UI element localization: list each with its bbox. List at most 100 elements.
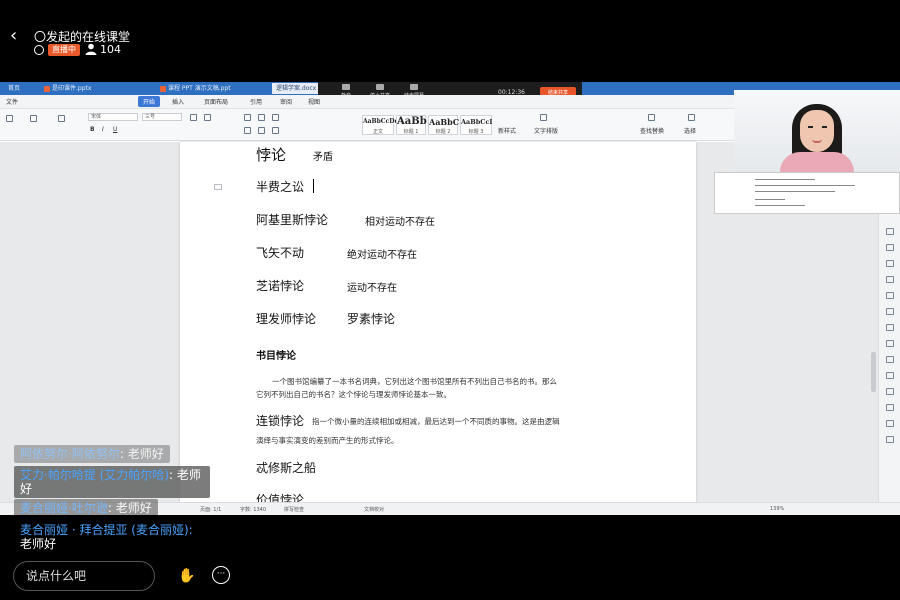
teacher-video[interactable] — [734, 90, 900, 172]
more-options-icon[interactable]: ··· — [212, 566, 230, 584]
underline-button[interactable]: U — [113, 126, 117, 133]
sidebar-tool-icon[interactable] — [886, 324, 894, 331]
chat-sender: 阿依努尔·阿依努尔 — [20, 447, 120, 461]
sidebar-tool-icon[interactable] — [886, 436, 894, 443]
menu-view[interactable]: 视图 — [308, 97, 320, 106]
sidebar-tool-icon[interactable] — [886, 308, 894, 315]
sidebar-tool-icon[interactable] — [886, 356, 894, 363]
tab-home[interactable]: 首页 — [4, 83, 20, 94]
chat-text: 老师好 — [127, 447, 164, 461]
teacher-eye — [822, 126, 827, 128]
text-layout-button[interactable]: 文字排版 — [534, 126, 558, 135]
section-title-book-paradox: 书目悖论 — [256, 351, 296, 362]
chat-message: 阿依努尔·阿依努尔: 老师好 — [14, 445, 170, 463]
doc-line-1-main: 悖论 — [256, 146, 287, 164]
cursor-select-icon[interactable] — [688, 114, 695, 121]
menu-file[interactable]: 文件 — [6, 97, 18, 106]
doc-line-1-sub: 矛盾 — [313, 152, 333, 163]
person-icon — [85, 43, 97, 55]
highlight-icon[interactable] — [204, 114, 211, 121]
find-replace-icon[interactable] — [648, 114, 655, 121]
raise-hand-icon[interactable]: ✋ — [176, 565, 198, 587]
tab-document[interactable]: 逻辑学案.docx — [272, 83, 322, 94]
select-button[interactable]: 选择 — [684, 126, 696, 135]
menu-insert[interactable]: 插入 — [172, 97, 184, 106]
text-layout-icon[interactable] — [540, 114, 547, 121]
align-left-icon[interactable] — [244, 127, 251, 134]
align-center-icon[interactable] — [258, 127, 265, 134]
text-color-icon[interactable] — [190, 114, 197, 121]
sidebar-tool-icon[interactable] — [886, 388, 894, 395]
copy-icon[interactable] — [58, 115, 65, 122]
viewer-count: 104 — [100, 43, 121, 56]
align-right-icon[interactable] — [272, 127, 279, 134]
font-name-select[interactable]: 宋体 — [88, 113, 138, 121]
menu-layout[interactable]: 页面布局 — [204, 97, 228, 106]
font-size-select[interactable]: 三号 — [142, 113, 182, 121]
indent-icon[interactable] — [272, 114, 279, 121]
screen-icon — [410, 84, 418, 90]
live-badge: 直播中 — [48, 44, 80, 56]
back-icon[interactable]: ‹ — [10, 26, 26, 48]
doc-line-4-main: 飞矢不动 — [256, 246, 305, 260]
sidebar-tool-icon[interactable] — [886, 372, 894, 379]
sidebar-tool-icon[interactable] — [886, 228, 894, 235]
share-icon — [376, 84, 384, 90]
tab-pptx-2[interactable]: 课程 PPT 演示文稿.ppt — [156, 83, 231, 94]
live-status-icon — [34, 45, 44, 55]
cut-icon[interactable] — [30, 115, 37, 122]
menu-start[interactable]: 开始 — [138, 96, 161, 107]
italic-button[interactable]: I — [102, 126, 104, 133]
thumbnail-line — [755, 179, 815, 180]
doc-line-2-main: 半费之讼 — [256, 180, 305, 194]
comment-input[interactable]: 说点什么吧 — [13, 561, 155, 591]
sidebar-tool-icon[interactable] — [886, 292, 894, 299]
doc-line-3-main: 阿基里斯悖论 — [256, 213, 329, 227]
top-bar: ‹ 〇发起的在线课堂 直播中 104 — [0, 0, 900, 82]
ppt-icon — [44, 85, 50, 92]
zoom-level[interactable]: 139% — [770, 506, 784, 512]
format-painter-icon[interactable] — [6, 115, 13, 122]
section-body-line: 演绎与事实演变的差别而产生的形式悖论。 — [256, 436, 399, 445]
menu-reference[interactable]: 引用 — [250, 97, 262, 106]
new-style-button[interactable]: 新样式 — [498, 126, 516, 135]
sidebar-tool-icon[interactable] — [886, 244, 894, 251]
teacher-body — [780, 152, 854, 172]
sidebar-tool-icon[interactable] — [886, 404, 894, 411]
doc-line-4-sub: 绝对运动不存在 — [347, 250, 417, 261]
thumbnail-line — [755, 185, 855, 186]
mic-icon — [342, 84, 350, 90]
vertical-scrollbar[interactable] — [871, 352, 876, 392]
chat-sender: 麦合丽娅·吐尔逊 — [20, 501, 108, 515]
bold-button[interactable]: B — [90, 126, 95, 133]
bullets-icon[interactable] — [244, 114, 251, 121]
tab-pptx-1[interactable]: 是印课件.pptx — [40, 83, 91, 94]
doc-line-6-main: 理发师悖论 — [256, 312, 317, 326]
sidebar-tool-icon[interactable] — [886, 340, 894, 347]
section-body-line: 指一个微小量的连续相加或相减，最后达到一个不同质的事物。这是由逻辑 — [312, 417, 560, 426]
style-heading-3[interactable]: AaBbCcI 标题 3 — [460, 115, 492, 135]
thumbnail-line — [755, 191, 835, 192]
text-cursor — [313, 179, 314, 193]
latest-chat-text: 老师好 — [20, 537, 57, 551]
spell-check-button[interactable]: 拼写检查 — [284, 506, 304, 513]
section-body-line: 它列不列出自己的书名？这个悖论与理发师悖论基本一致。 — [256, 390, 451, 399]
section-title-theseus: 忒修斯之船 — [256, 461, 317, 475]
chat-sender: 艾力·帕尔哈提 (艾力帕尔哈) — [20, 468, 169, 482]
numbering-icon[interactable] — [258, 114, 265, 121]
chat-text: 老师好 — [115, 501, 152, 515]
sidebar-tool-icon[interactable] — [886, 420, 894, 427]
style-heading-1[interactable]: AaBb 标题 1 — [396, 115, 427, 135]
sidebar-tool-icon[interactable] — [886, 276, 894, 283]
style-heading-2[interactable]: AaBbC 标题 2 — [428, 115, 459, 135]
doc-check-button[interactable]: 文档校对 — [364, 506, 384, 513]
sidebar-tool-icon[interactable] — [886, 260, 894, 267]
section-title-sorites: 连锁悖论 — [256, 414, 305, 428]
thumbnail-line — [755, 205, 805, 206]
thumbnail-line — [755, 199, 785, 200]
style-normal[interactable]: AaBbCcDd 正文 — [362, 115, 399, 135]
menu-review[interactable]: 审阅 — [280, 97, 292, 106]
word-count: 字数: 1340 — [240, 507, 266, 513]
doc-line-5-sub: 运动不存在 — [347, 283, 397, 294]
find-replace-button[interactable]: 查找替换 — [640, 126, 664, 135]
